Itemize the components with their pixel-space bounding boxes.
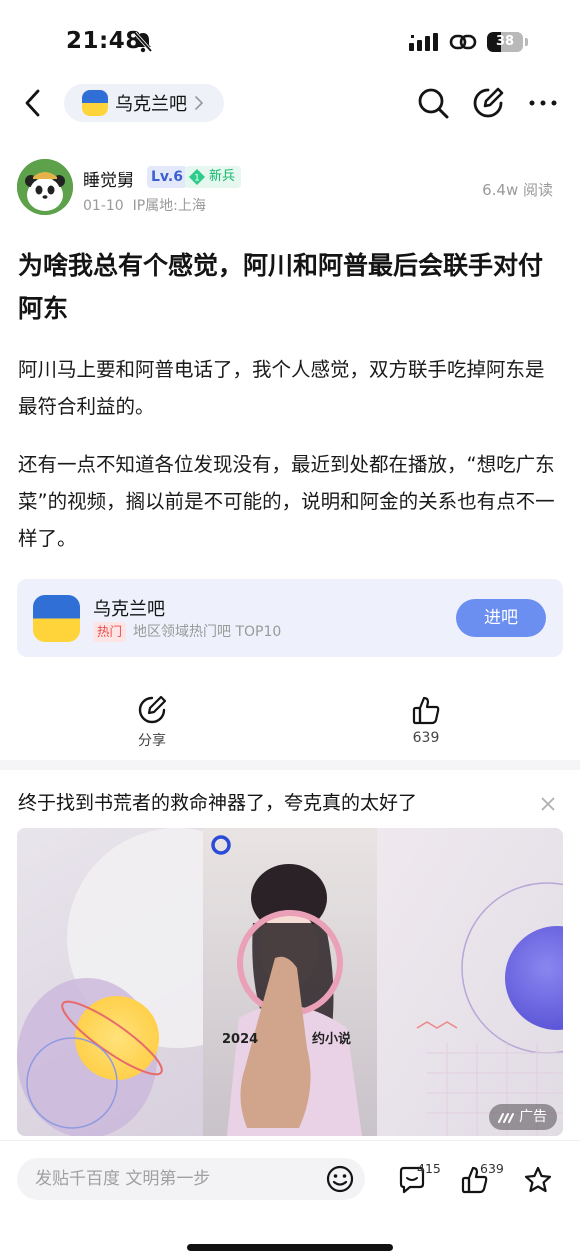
forum-card-desc: 地区领域热门吧 TOP10 bbox=[133, 624, 282, 640]
share-label: 分享 bbox=[138, 733, 166, 749]
bell-slash-icon bbox=[133, 31, 153, 53]
ad-badge-label: 广告 bbox=[519, 1109, 547, 1125]
author-row: 睡觉舅 Lv.6 1 新兵 01-10 IP属地:上海 6.4w 阅读 bbox=[17, 159, 563, 219]
signal-icon bbox=[409, 33, 438, 51]
post-date: 01-10 bbox=[83, 198, 124, 214]
chevron-right-icon bbox=[195, 96, 203, 110]
more-icon[interactable] bbox=[528, 88, 558, 118]
ukraine-flag-icon bbox=[82, 90, 108, 116]
comment-button[interactable]: 415 bbox=[397, 1161, 441, 1197]
emoji-icon[interactable] bbox=[325, 1164, 355, 1194]
gem-icon: 1 bbox=[189, 169, 205, 185]
bottom-like-button[interactable]: 639 bbox=[460, 1161, 504, 1197]
battery-level: 38 bbox=[495, 34, 515, 49]
post-title: 为啥我总有个感觉，阿川和阿普最后会联手对付阿东 bbox=[18, 251, 544, 323]
hot-tag: 热门 bbox=[93, 622, 127, 642]
author-name[interactable]: 睡觉舅 bbox=[83, 166, 134, 191]
search-icon[interactable] bbox=[416, 86, 450, 120]
forum-card-name: 乌克兰吧 bbox=[93, 599, 165, 620]
post-paragraph: 还有一点不知道各位发现没有，最近到处都在播放，“想吃广东菜”的视频，搁以前是不可… bbox=[18, 453, 555, 550]
enter-forum-button[interactable]: 进吧 bbox=[456, 599, 546, 637]
star-icon bbox=[524, 1166, 552, 1193]
bottom-bar: 415 639 bbox=[0, 1140, 580, 1260]
home-indicator[interactable] bbox=[187, 1244, 393, 1251]
battery-icon: 38 bbox=[487, 32, 529, 52]
ip-location: IP属地:上海 bbox=[132, 198, 206, 214]
status-time: 21:48 bbox=[66, 28, 142, 54]
ukraine-flag-icon bbox=[33, 595, 80, 642]
section-divider bbox=[0, 760, 580, 770]
avatar[interactable] bbox=[17, 159, 73, 215]
read-count: 6.4w 阅读 bbox=[482, 181, 553, 199]
reply-box[interactable] bbox=[17, 1158, 365, 1200]
level-badge: Lv.6 bbox=[147, 166, 187, 188]
bottom-like-count: 639 bbox=[480, 1161, 504, 1176]
reply-input[interactable] bbox=[35, 1158, 315, 1200]
nav-bar: 乌克兰吧 bbox=[0, 80, 580, 126]
comment-count: 415 bbox=[417, 1161, 441, 1176]
forum-pill[interactable]: 乌克兰吧 bbox=[64, 84, 224, 122]
forum-name: 乌克兰吧 bbox=[115, 94, 187, 115]
rank-badge: 1 新兵 bbox=[185, 166, 241, 188]
like-button[interactable]: 639 bbox=[386, 694, 466, 754]
like-count: 639 bbox=[412, 730, 440, 746]
close-icon[interactable] bbox=[538, 794, 558, 814]
forum-card[interactable]: 乌克兰吧 热门 地区领域热门吧 TOP10 进吧 bbox=[17, 579, 563, 657]
status-bar: 21:48 38 bbox=[0, 0, 580, 80]
author-meta: 01-10 IP属地:上海 bbox=[83, 195, 206, 215]
share-button[interactable]: 分享 bbox=[112, 694, 192, 754]
rank-badge-label: 新兵 bbox=[209, 169, 236, 184]
thumbs-up-icon bbox=[412, 696, 440, 725]
ad-image-caption-2: 约小说 bbox=[312, 1031, 351, 1047]
ad-badge: 广告 bbox=[489, 1104, 557, 1130]
ad-title[interactable]: 终于找到书荒者的救命神器了，夸克真的太好了 bbox=[18, 788, 417, 815]
link-icon bbox=[449, 34, 477, 50]
back-icon[interactable] bbox=[20, 86, 48, 120]
share-icon bbox=[138, 695, 167, 724]
rank-badge-number: 1 bbox=[194, 174, 200, 184]
post-paragraph: 阿川马上要和阿普电话了，我个人感觉，双方联手吃掉阿东是最符合利益的。 bbox=[18, 358, 545, 418]
ad-illustration: 2024 约小说 bbox=[17, 828, 563, 1136]
edit-icon[interactable] bbox=[471, 86, 505, 120]
favorite-button[interactable] bbox=[523, 1161, 563, 1197]
ad-image[interactable]: 2024 约小说 广告 bbox=[17, 828, 563, 1136]
ad-image-caption: 2024 bbox=[222, 1032, 258, 1047]
ad-logo-icon bbox=[498, 1113, 514, 1123]
